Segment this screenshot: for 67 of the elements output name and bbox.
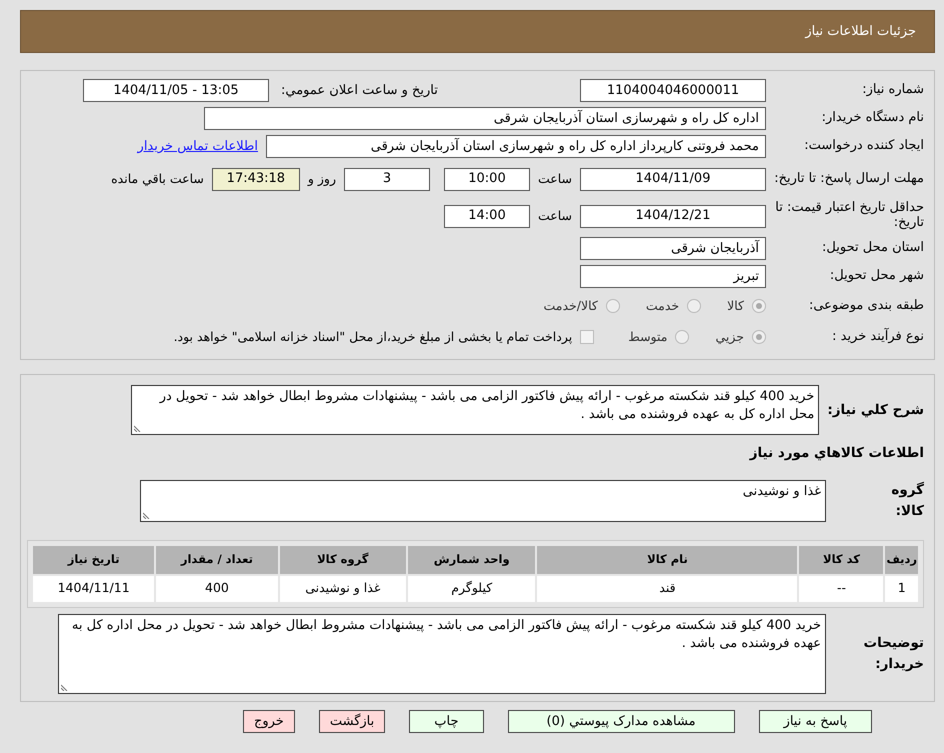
text-field[interactable]: اداره کل راه و شهرسازی استان آذربایجان شرقی — [204, 107, 766, 130]
field-label: تاریخ و ساعت اعلان عمومي: — [281, 82, 438, 100]
notes-text: خرید 400 کیلو قند شکسته مرغوب - ارائه پیش فاکتور الزامی می باشد - پیشنهادات مشروط ابطال خواهد شد - تحویل در محل اداره کل به عهده فروشنده می باشد . — [72, 618, 821, 651]
field-label: نام دستگاه خريدار: — [820, 111, 924, 126]
table-cell: -- — [799, 576, 884, 602]
column-header: ردیف — [885, 546, 918, 574]
table-cell: 400 — [156, 576, 278, 602]
field-label: حداقل تاریخ اعتبار قیمت: تا تاریخ: — [774, 201, 924, 231]
field-label: توضیحات خریدار: — [862, 634, 924, 674]
column-header: تاریخ نیاز — [33, 546, 154, 574]
table-cell: 1404/11/11 — [33, 576, 154, 602]
table-cell: کیلوگرم — [408, 576, 536, 602]
countdown-field[interactable]: 17:43:18 — [212, 168, 300, 190]
radio-label: کالا — [727, 296, 744, 315]
time-label: ساعت — [538, 206, 572, 225]
description-text: خرید 400 کیلو قند شکسته مرغوب - ارائه پیش فاکتور الزامی می باشد - پیشنهادات مشروط ابطال خواهد شد - تحویل در محل اداره کل به عهده فروشنده می باشد . — [160, 389, 814, 422]
radio-label: متوسط — [628, 328, 668, 346]
action-button[interactable]: مشاهده مدارک پیوستي (0) — [508, 710, 735, 733]
section-title: اطلاعات کالاهاي مورد نیاز — [748, 444, 924, 464]
action-button[interactable]: پاسخ به نیاز — [758, 710, 872, 733]
contact-link[interactable]: اطلاعات تماس خریدار — [138, 136, 258, 156]
column-header: تعداد / مقدار — [156, 546, 278, 574]
column-header: کد کالا — [799, 546, 884, 574]
table-cell: 1 — [885, 576, 918, 602]
time-field[interactable]: 10:00 — [444, 168, 530, 190]
time-field[interactable]: 14:00 — [444, 204, 530, 228]
table-cell: قند — [537, 576, 798, 602]
field-label: شرح کلي نیاز: — [827, 401, 924, 420]
field-label: شماره نیاز: — [861, 83, 924, 98]
date-field[interactable]: 1404/12/21 — [580, 204, 766, 228]
field-label: مهلت ارسال پاسخ: تا تاریخ: — [774, 172, 924, 186]
resize-grip-icon[interactable] — [134, 425, 142, 432]
days-field[interactable]: 3 — [344, 168, 430, 190]
text-field[interactable]: 1404/11/05 - 13:05 — [83, 79, 269, 102]
checkbox-label: پرداخت تمام یا بخشی از مبلغ خرید،از محل "اسناد خزانه اسلامی" خواهد بود. — [174, 328, 572, 346]
buyer-notes-field[interactable]: خرید 400 کیلو قند شکسته مرغوب - ارائه پیش فاکتور الزامی می باشد - پیشنهادات مشروط ابطال خواهد شد - تحویل در محل اداره کل به عهده فروشنده می باشد . — [58, 614, 826, 694]
field-label: نوع فرآیند خرید : — [831, 330, 924, 344]
field-label: شهر محل تحویل: — [828, 269, 924, 284]
field-label: ایجاد کننده درخواست: — [803, 139, 924, 154]
goods-group-text: غذا و نوشیدنی — [742, 484, 821, 499]
page-title: جزئیات اطلاعات نیاز — [805, 22, 916, 41]
description-field[interactable]: خرید 400 کیلو قند شکسته مرغوب - ارائه پیش فاکتور الزامی می باشد - پیشنهادات مشروط ابطال خواهد شد - تحویل در محل اداره کل به عهده فروشنده می باشد . — [131, 385, 820, 436]
remaining-label: ساعت باقي مانده — [111, 170, 204, 188]
action-button[interactable]: بازگشت — [318, 710, 386, 733]
date-field[interactable]: 1404/11/09 — [580, 168, 766, 190]
action-button[interactable]: چاپ — [409, 710, 484, 733]
checkbox[interactable] — [580, 330, 594, 344]
time-label: ساعت — [538, 170, 572, 188]
goods-group-field[interactable]: غذا و نوشیدنی — [140, 480, 826, 522]
table-cell: غذا و نوشیدنی — [280, 576, 406, 602]
column-header: واحد شمارش — [408, 546, 536, 574]
text-field[interactable]: 1104004046000011 — [580, 79, 766, 102]
field-label: طبقه بندی موضوعی: — [808, 298, 924, 314]
radio-label: کالا/خدمت — [543, 296, 598, 315]
text-field[interactable]: تبریز — [580, 265, 766, 288]
column-header: نام کالا — [537, 546, 798, 574]
resize-grip-icon[interactable] — [61, 684, 68, 691]
resize-grip-icon[interactable] — [143, 512, 150, 519]
radio-label: جزيي — [715, 328, 744, 346]
action-button[interactable]: خروج — [242, 710, 295, 733]
column-header: گروه کالا — [280, 546, 406, 574]
radio-label: خدمت — [646, 296, 680, 315]
field-label: استان محل تحویل: — [821, 241, 924, 256]
text-field[interactable]: آذربایجان شرقی — [580, 237, 766, 260]
days-label: روز و — [308, 170, 336, 188]
text-field[interactable]: محمد فروتنی کارپرداز اداره کل راه و شهرسازی استان آذربایجان شرقی — [266, 135, 766, 158]
field-label: گروه کالا: — [890, 480, 924, 521]
